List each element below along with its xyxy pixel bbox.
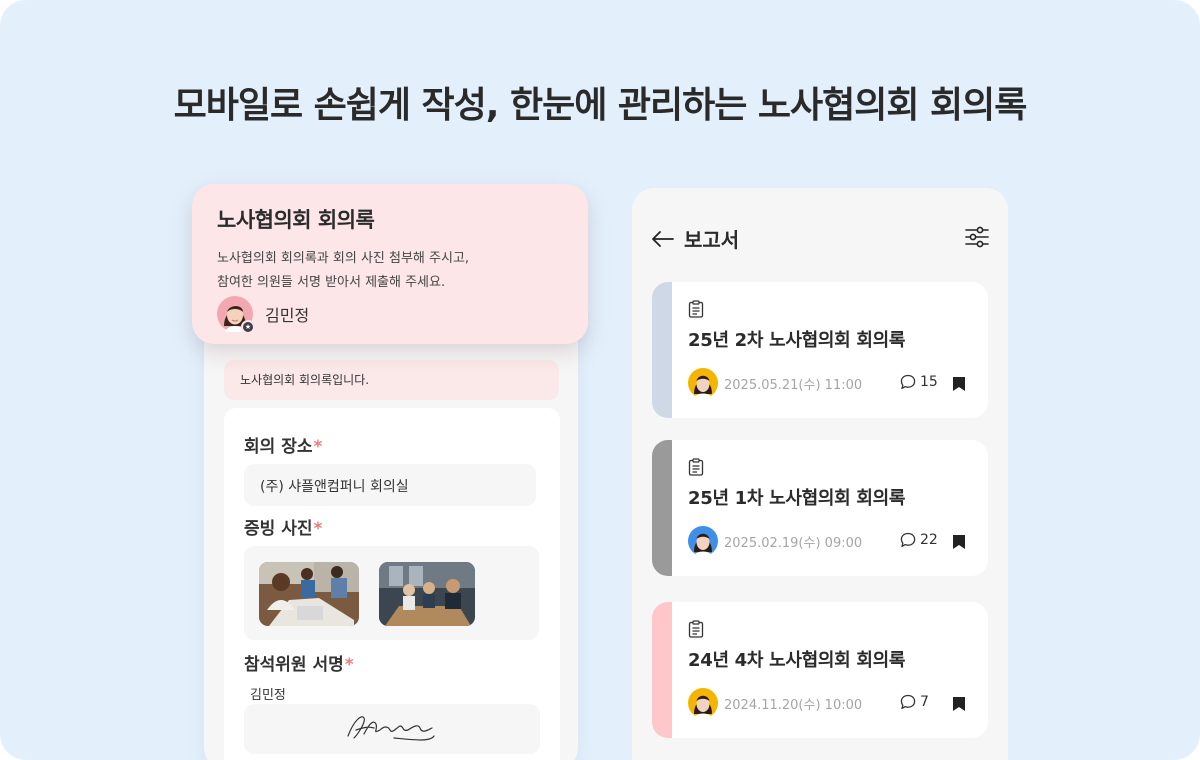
bookmark-icon[interactable] [952, 376, 966, 392]
signature-pad[interactable] [244, 704, 540, 754]
required-mark: * [344, 655, 354, 675]
report-date: 2024.11.20(수) 10:00 [724, 697, 863, 713]
reports-header: 보고서 [650, 224, 739, 253]
clipboard-icon [688, 458, 704, 476]
clipboard-icon [688, 620, 704, 638]
signer-name: 김민정 [250, 688, 286, 703]
meeting-minutes-popup[interactable]: 노사협의회 회의록 노사협의회 회의록과 회의 사진 첨부해 주시고, 참여한 … [192, 184, 588, 344]
report-accent-stripe [652, 440, 672, 576]
popup-author: ★ 김민정 [217, 296, 310, 334]
comment-icon [900, 374, 916, 390]
comment-icon [900, 532, 916, 548]
comment-count[interactable]: 7 [900, 694, 929, 710]
sliders-icon[interactable] [964, 224, 990, 250]
signature-image [347, 716, 435, 741]
avatar [688, 688, 718, 718]
avatar [688, 526, 718, 556]
bookmark-icon[interactable] [952, 696, 966, 712]
location-label: 회의 장소* [244, 437, 323, 457]
popup-desc-line: 참여한 의원들 서명 받아서 제출해 주세요. [217, 275, 446, 290]
form-card: 회의 장소* (주) 샤플앤컴퍼니 회의실 증빙 사진* 참석위원 서명* 김민… [224, 408, 560, 760]
page-title: 보고서 [684, 228, 740, 252]
report-card[interactable]: 25년 1차 노사협의회 회의록 2025.02.19(수) 09:00 22 [652, 440, 988, 576]
avatar: ★ [217, 296, 255, 334]
report-title: 25년 1차 노사협의회 회의록 [688, 488, 906, 509]
promo-canvas: 모바일로 손쉽게 작성, 한눈에 관리하는 노사협의회 회의록 노사협의회 회의… [0, 0, 1200, 760]
author-name: 김민정 [265, 306, 310, 325]
photo-attachments [244, 546, 539, 640]
clipboard-icon [688, 300, 704, 318]
location-input[interactable]: (주) 샤플앤컴퍼니 회의실 [244, 464, 536, 506]
report-date: 2025.02.19(수) 09:00 [724, 535, 863, 551]
comment-count[interactable]: 15 [900, 374, 938, 390]
bookmark-icon[interactable] [952, 534, 966, 550]
report-card[interactable]: 25년 2차 노사협의회 회의록 2025.05.21(수) 11:00 15 [652, 282, 988, 418]
star-badge-icon: ★ [241, 320, 255, 334]
report-meta: 2025.02.19(수) 09:00 [688, 526, 862, 556]
avatar [688, 368, 718, 398]
comment-count[interactable]: 22 [900, 532, 938, 548]
comment-icon [900, 694, 916, 710]
popup-desc-line: 노사협의회 회의록과 회의 사진 첨부해 주시고, [217, 251, 470, 266]
reports-screen: 보고서 25년 2차 노사협의회 회의록 2025.05.21(수) 11:00… [632, 188, 1008, 760]
popup-title: 노사협의회 회의록 [217, 208, 375, 232]
meeting-form-screen: 노사협의회 회의록입니다. 회의 장소* (주) 샤플앤컴퍼니 회의실 증빙 사… [204, 300, 578, 760]
report-title: 24년 4차 노사협의회 회의록 [688, 650, 906, 671]
report-accent-stripe [652, 602, 672, 738]
photo-label: 증빙 사진* [244, 519, 323, 539]
headline: 모바일로 손쉽게 작성, 한눈에 관리하는 노사협의회 회의록 [173, 85, 1028, 126]
report-date: 2025.05.21(수) 11:00 [724, 377, 863, 393]
arrow-left-icon[interactable] [650, 226, 676, 252]
meeting-photo-2[interactable] [379, 562, 475, 626]
form-notice: 노사협의회 회의록입니다. [224, 360, 559, 400]
comment-count-value: 15 [920, 374, 938, 390]
required-mark: * [313, 437, 323, 457]
report-meta: 2024.11.20(수) 10:00 [688, 688, 862, 718]
report-card[interactable]: 24년 4차 노사협의회 회의록 2024.11.20(수) 10:00 7 [652, 602, 988, 738]
signature-label: 참석위원 서명* [244, 655, 354, 675]
comment-count-value: 7 [920, 694, 929, 710]
required-mark: * [313, 519, 323, 539]
report-meta: 2025.05.21(수) 11:00 [688, 368, 862, 398]
report-accent-stripe [652, 282, 672, 418]
report-title: 25년 2차 노사협의회 회의록 [688, 330, 906, 351]
comment-count-value: 22 [920, 532, 938, 548]
popup-description: 노사협의회 회의록과 회의 사진 첨부해 주시고, 참여한 의원들 서명 받아서… [217, 247, 563, 295]
meeting-photo-1[interactable] [259, 562, 359, 626]
